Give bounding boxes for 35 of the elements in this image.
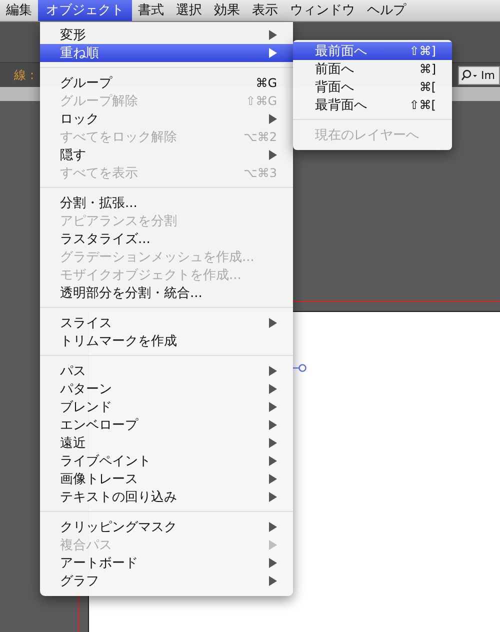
menu-item[interactable]: エンベロープ <box>40 416 293 434</box>
menu-item[interactable]: 隠す <box>40 146 293 164</box>
menu-item[interactable]: 遠近 <box>40 434 293 452</box>
menu-item[interactable]: 重ね順 <box>40 44 293 62</box>
menu-item[interactable]: ライブペイント <box>40 452 293 470</box>
menu-item[interactable]: 最前面へ ⇧⌘] <box>293 42 452 60</box>
menu-bar-item[interactable]: ヘルプ <box>361 0 412 21</box>
menu-item[interactable]: グループ ⌘G <box>40 74 293 92</box>
search-icon <box>461 69 480 81</box>
menu-bar-item[interactable]: 効果 <box>208 0 246 21</box>
menu-bar-item[interactable]: 編集 <box>0 0 38 21</box>
menu-bar-item[interactable]: 書式 <box>132 0 170 21</box>
menu-item[interactable]: 透明部分を分割・統合... <box>40 284 293 302</box>
menu-item[interactable]: 分割・拡張... <box>40 194 293 212</box>
menu-item[interactable]: クリッピングマスク <box>40 518 293 536</box>
menu-bar-item[interactable]: 表示 <box>246 0 284 21</box>
menu-item[interactable]: トリムマークを作成 <box>40 332 293 350</box>
menu-item[interactable]: 画像トレース <box>40 470 293 488</box>
menu-bar-item[interactable]: ウィンドウ <box>284 0 361 21</box>
menu-item[interactable]: テキストの回り込み <box>40 488 293 506</box>
stroke-label: 線： <box>14 66 38 84</box>
menu-item[interactable]: パス <box>40 362 293 380</box>
menu-item[interactable]: アートボード <box>40 554 293 572</box>
menu-item[interactable]: 背面へ ⌘[ <box>293 78 452 96</box>
menu-item[interactable]: ロック <box>40 110 293 128</box>
menu-item[interactable]: グラフ <box>40 572 293 590</box>
menu-bar-item[interactable]: 選択 <box>170 0 208 21</box>
menu-item[interactable]: パターン <box>40 380 293 398</box>
menu-item[interactable]: 最背面へ ⇧⌘[ <box>293 96 452 114</box>
menu-item[interactable]: スライス <box>40 314 293 332</box>
menu-bar-item[interactable]: オブジェクト <box>38 0 132 21</box>
search-field[interactable]: Im <box>458 66 500 84</box>
menu-item[interactable]: 前面へ ⌘] <box>293 60 452 78</box>
menu-item[interactable]: ブレンド <box>40 398 293 416</box>
menu-item[interactable]: ラスタライズ... <box>40 230 293 248</box>
